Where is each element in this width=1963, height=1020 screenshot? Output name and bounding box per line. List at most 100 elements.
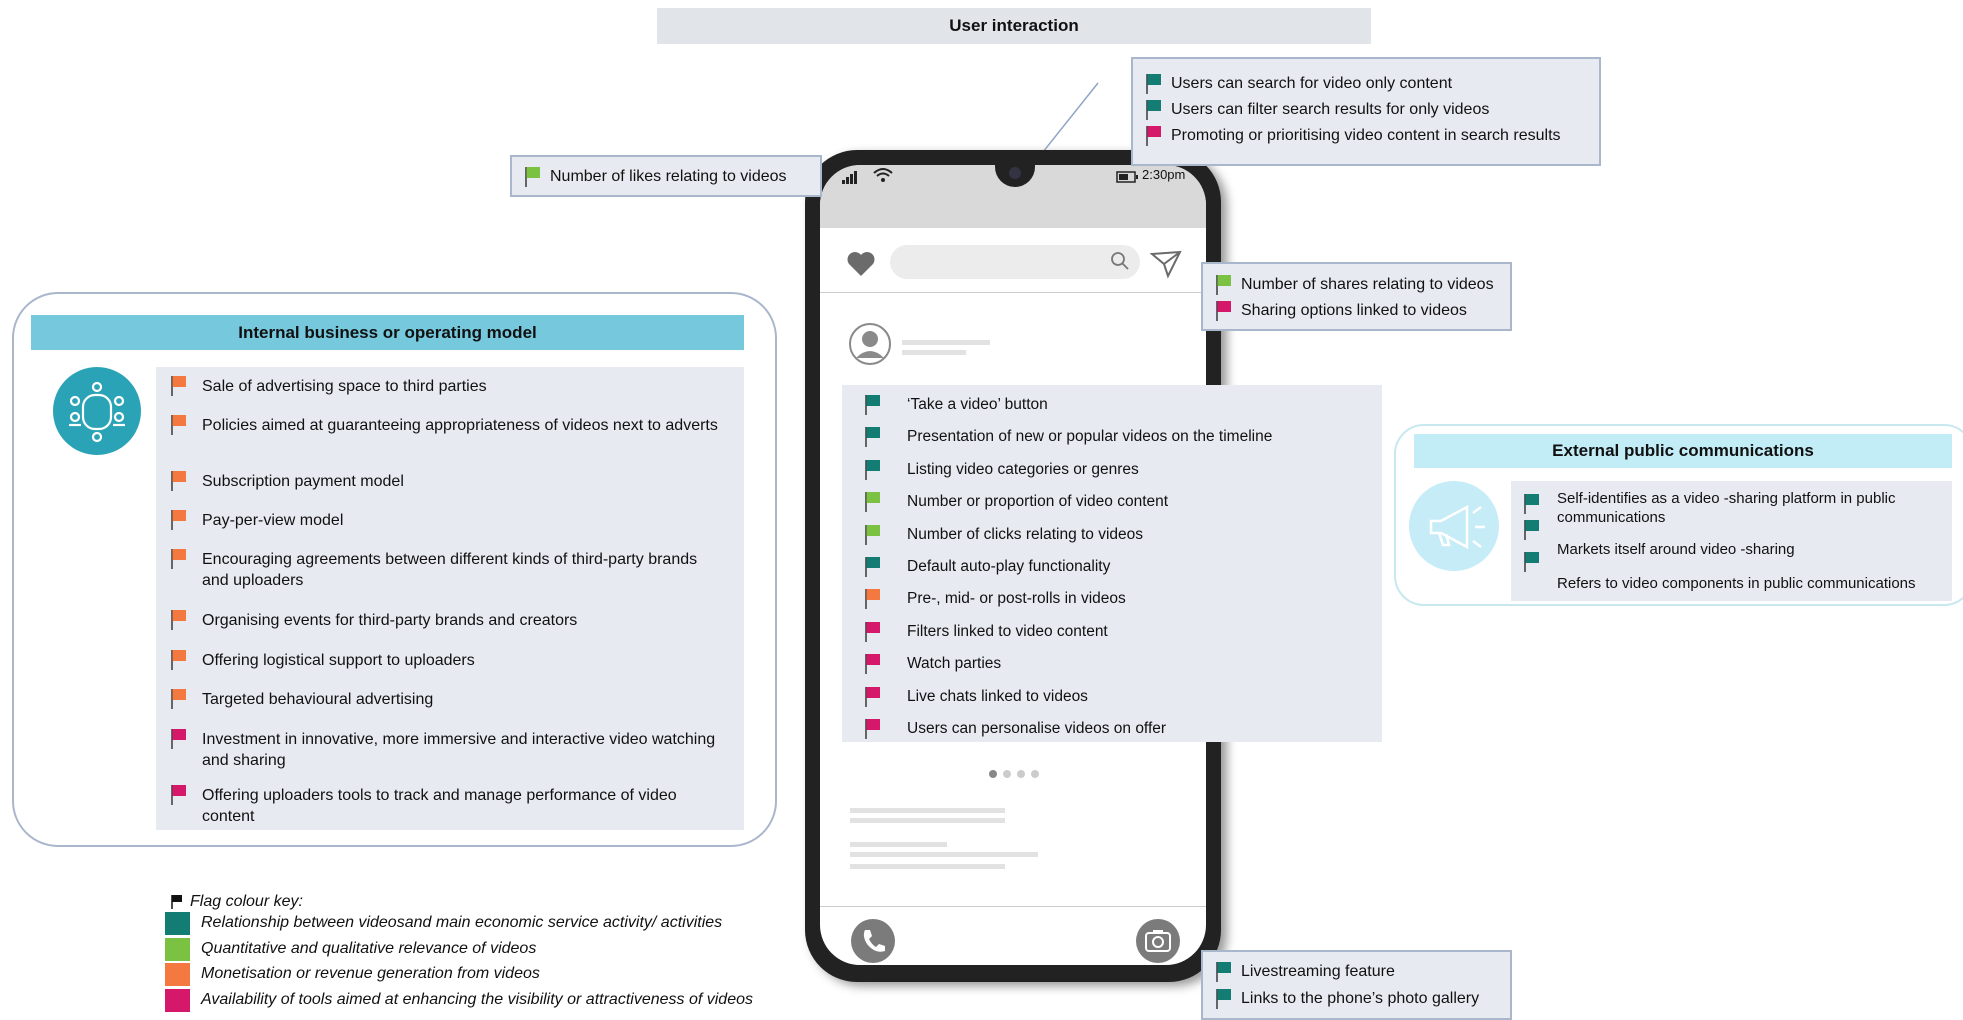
flag-icon [171,650,186,670]
flag-icon [865,492,880,513]
phone-feature-item: Filters linked to video content [842,618,1382,646]
megaphone-icon [1409,481,1499,571]
callout-item: Users can search for video only content [1133,73,1599,99]
flag-icon [171,471,186,491]
callout-item: Livestreaming feature [1203,961,1510,987]
flag-icon [865,557,880,577]
feed-placeholder-line [850,864,1005,869]
callout-item: Promoting or prioritising video content … [1133,125,1599,151]
flag-icon [1524,520,1539,540]
feed-placeholder-line [850,842,947,847]
flag-icon [1524,552,1539,572]
flag-icon [171,376,186,396]
phone-feature-item: Watch parties [842,650,1382,678]
key-item-label: Availability of tools aimed at enhancing… [201,990,753,1008]
phone-feature-item: Number of clicks relating to videos [842,521,1382,549]
internal-business-label: Pay-per-view model [202,512,344,529]
diagram-title: User interaction [657,8,1371,44]
internal-business-title: Internal business or operating model [31,315,744,350]
search-icon[interactable] [1110,251,1130,276]
flag-icon [1216,275,1231,295]
phone-feature-list: ‘Take a video’ button Presentation of new… [842,385,1382,742]
heart-icon[interactable] [846,250,876,283]
carousel-dots [988,766,1042,784]
camera-icon[interactable] [1135,918,1181,969]
phone-feature-label: Users can personalise videos on offer [907,720,1167,737]
flag-icon [171,610,186,630]
flag-icon [865,589,880,610]
internal-business-label: Targeted behavioural advertising [202,691,434,708]
internal-business-label: Offering logistical support to uploaders [202,652,475,669]
phone-feature-item: Pre-, mid- or post-rolls in videos [842,585,1382,613]
feed-placeholder-line [850,818,1005,823]
phone-feature-label: Live chats linked to videos [907,687,1088,705]
callout-item-label: Sharing options linked to videos [1241,302,1467,319]
callout-item: Number of likes relating to videos [512,166,820,192]
callout-item-label: Users can search for video only content [1171,75,1453,92]
phone-call-icon[interactable] [850,918,896,969]
callout-item: Users can filter search results for only… [1133,99,1599,125]
flag-icon [865,427,880,448]
bottom-bar-divider [820,906,1206,907]
phone-feature-item: ‘Take a video’ button [842,391,1382,419]
search-input[interactable] [890,245,1140,279]
key-item-label: Relationship between videosand main econ… [201,914,723,931]
feed-placeholder-line [850,852,1038,857]
key-swatch [165,988,190,1012]
external-communications-title: External public communications [1414,434,1952,468]
phone-feature-item: Number or proportion of video content [842,488,1382,516]
callout-search: Users can search for video only content U… [1131,57,1601,166]
external-item-label: Markets itself around video -sharing [1557,541,1795,558]
flag-icon [865,719,880,739]
phone-feature-label: Number or proportion of video content [907,493,1169,511]
callout-camera: Livestreaming feature Links to the phone’… [1201,950,1512,1020]
flag-icon [171,549,186,569]
key-item-label: Monetisation or revenue generation from … [201,965,540,982]
flag-icon [171,689,186,709]
internal-business-label: Policies aimed at guaranteeing appropria… [202,417,718,434]
internal-business-label: Offering uploaders tools to track and ma… [202,787,677,825]
flag-icon [865,686,880,707]
phone-feature-label: Pre-, mid- or post-rolls in videos [907,590,1126,608]
flag-icon [525,167,540,187]
phone-feature-item: Default auto-play functionality [842,553,1382,581]
front-camera-icon [1009,167,1021,179]
flag-icon [171,415,186,435]
signal-icon [842,170,862,189]
internal-business-label: Encouraging agreements between different… [202,551,698,589]
internal-business-label: Subscription payment model [202,473,404,490]
key-title: Flag colour key: [190,893,303,910]
phone-feature-label: Default auto-play functionality [907,558,1111,575]
callout-likes: Number of likes relating to videos [510,155,822,197]
phone-feature-label: Number of clicks relating to videos [907,525,1144,543]
feed-placeholder-line [850,808,1005,813]
callout-item: Number of shares relating to videos [1203,274,1510,300]
flag-icon [1524,494,1539,514]
callout-item: Sharing options linked to videos [1203,300,1510,326]
external-item-label: Self-identifies as a video -sharing plat… [1557,490,1896,526]
wifi-icon [872,166,894,189]
internal-business-label: Organising events for third-party brands… [202,612,578,629]
phone-feature-label: Listing video categories or genres [907,460,1139,478]
post-placeholder-line [902,350,966,355]
callout-item: Links to the phone’s photo gallery [1203,988,1510,1014]
flag-icon [1216,989,1231,1009]
callout-item-label: Livestreaming feature [1241,963,1395,980]
flag-icon [1146,100,1161,120]
user-avatar-icon [848,322,892,371]
top-bar-divider [820,292,1206,293]
phone-feature-item: Users can personalise videos on offer [842,715,1382,743]
send-icon[interactable] [1149,248,1182,285]
flag-icon [1146,126,1161,146]
key-item-label: Quantitative and qualitative relevance o… [201,939,537,957]
flag-icon [865,395,880,415]
post-placeholder-line [902,340,990,345]
external-communications-list: Self-identifies as a video -sharing plat… [1511,481,1952,601]
callout-item-label: Users can filter search results for only… [1171,101,1490,118]
boardroom-icon [53,367,141,455]
callout-shares: Number of shares relating to videos Shari… [1201,262,1512,331]
callout-item-label: Number of likes relating to videos [550,168,787,185]
internal-business-list: Sale of advertising space to third parti… [156,367,744,830]
flag-icon [1216,962,1231,982]
phone-feature-label: Presentation of new or popular videos on… [907,428,1273,446]
